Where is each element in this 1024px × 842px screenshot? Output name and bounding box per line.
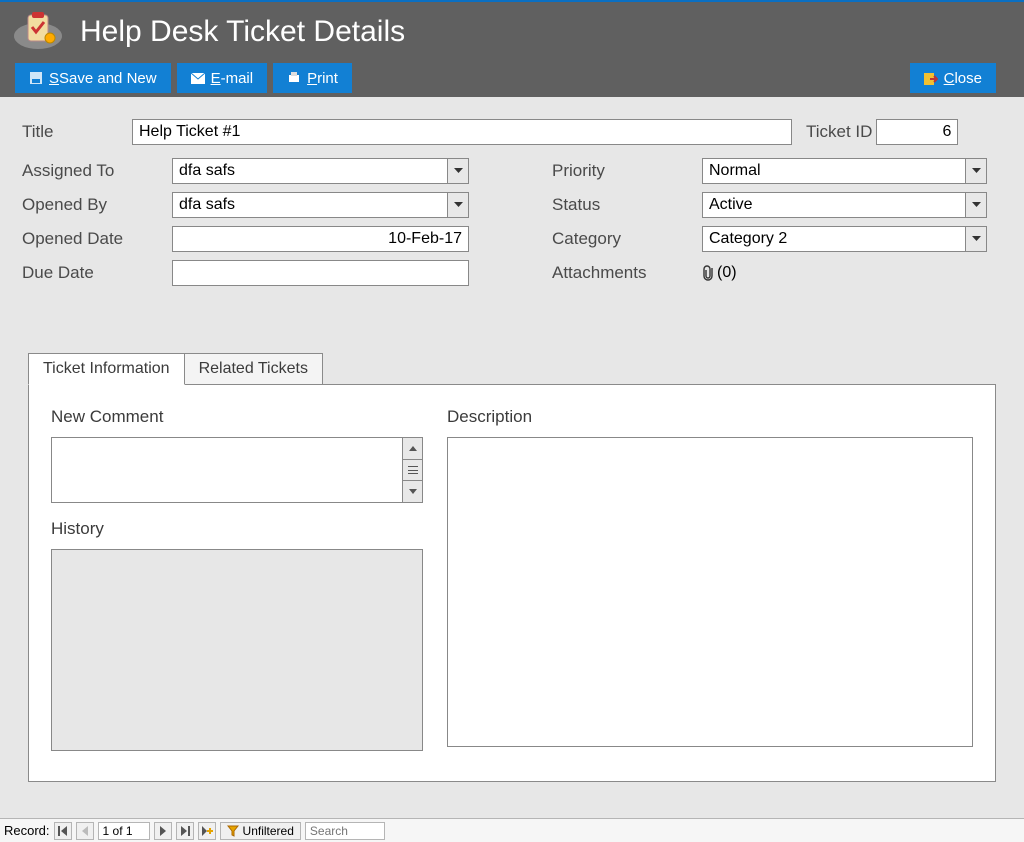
description-box[interactable] [447, 437, 973, 747]
prev-icon [81, 826, 89, 836]
chevron-down-icon [409, 489, 417, 494]
filter-icon [227, 825, 239, 837]
header: Help Desk Ticket Details SSave and NewSa… [0, 2, 1024, 97]
chevron-down-icon [454, 168, 463, 174]
category-dropdown[interactable] [965, 226, 987, 252]
save-and-new-button[interactable]: SSave and NewSave and New [15, 63, 171, 93]
chevron-up-icon [409, 446, 417, 451]
chevron-down-icon [972, 202, 981, 208]
history-box [51, 549, 423, 751]
status-label: Status [552, 195, 702, 215]
last-icon [180, 826, 190, 836]
new-comment-textarea[interactable] [52, 438, 402, 502]
status-input[interactable] [702, 192, 965, 218]
comment-scroll-up[interactable] [403, 438, 422, 460]
status-dropdown[interactable] [965, 192, 987, 218]
record-navigation-bar: Record: 1 of 1 Unfiltered [0, 818, 1024, 842]
opened-date-label: Opened Date [22, 229, 172, 249]
chevron-down-icon [454, 202, 463, 208]
record-position[interactable]: 1 of 1 [98, 822, 150, 840]
new-record-icon [201, 826, 213, 836]
first-icon [58, 826, 68, 836]
record-first-button[interactable] [54, 822, 72, 840]
attachments-label: Attachments [552, 263, 702, 283]
priority-dropdown[interactable] [965, 158, 987, 184]
grip-icon [408, 466, 418, 474]
due-date-input[interactable] [172, 260, 469, 286]
chevron-down-icon [972, 236, 981, 242]
form-area: Title Ticket ID Assigned To Opened By [0, 97, 1024, 792]
assigned-to-dropdown[interactable] [447, 158, 469, 184]
opened-date-input[interactable] [172, 226, 469, 252]
paperclip-icon [702, 264, 716, 282]
title-label: Title [22, 122, 132, 142]
category-label: Category [552, 229, 702, 249]
description-label: Description [447, 407, 973, 427]
assigned-to-input[interactable] [172, 158, 447, 184]
record-new-button[interactable] [198, 822, 216, 840]
app-icon [12, 12, 64, 52]
tab-ticket-information[interactable]: Ticket Information [28, 353, 185, 385]
ticket-id-label: Ticket ID [806, 122, 872, 142]
next-icon [159, 826, 167, 836]
priority-input[interactable] [702, 158, 965, 184]
chevron-down-icon [972, 168, 981, 174]
opened-by-dropdown[interactable] [447, 192, 469, 218]
attachments-value[interactable]: (0) [702, 264, 737, 282]
ticket-id-input[interactable] [876, 119, 958, 145]
record-next-button[interactable] [154, 822, 172, 840]
record-search-input[interactable] [305, 822, 385, 840]
record-prev-button[interactable] [76, 822, 94, 840]
record-label: Record: [4, 823, 50, 838]
category-input[interactable] [702, 226, 965, 252]
print-button[interactable]: Print [273, 63, 352, 93]
new-comment-label: New Comment [51, 407, 423, 427]
tab-related-tickets[interactable]: Related Tickets [184, 353, 323, 385]
priority-label: Priority [552, 161, 702, 181]
record-last-button[interactable] [176, 822, 194, 840]
comment-scroll-grip[interactable] [403, 460, 422, 482]
history-label: History [51, 519, 423, 539]
email-button[interactable]: E-mail [177, 63, 268, 93]
close-button[interactable]: Close [910, 63, 996, 93]
tab-panel: New Comment [28, 384, 996, 782]
opened-by-label: Opened By [22, 195, 172, 215]
comment-scroll-down[interactable] [403, 481, 422, 502]
assigned-to-label: Assigned To [22, 161, 172, 181]
page-title: Help Desk Ticket Details [80, 15, 405, 49]
due-date-label: Due Date [22, 263, 172, 283]
filter-toggle[interactable]: Unfiltered [220, 822, 301, 840]
opened-by-input[interactable] [172, 192, 447, 218]
title-input[interactable] [132, 119, 792, 145]
